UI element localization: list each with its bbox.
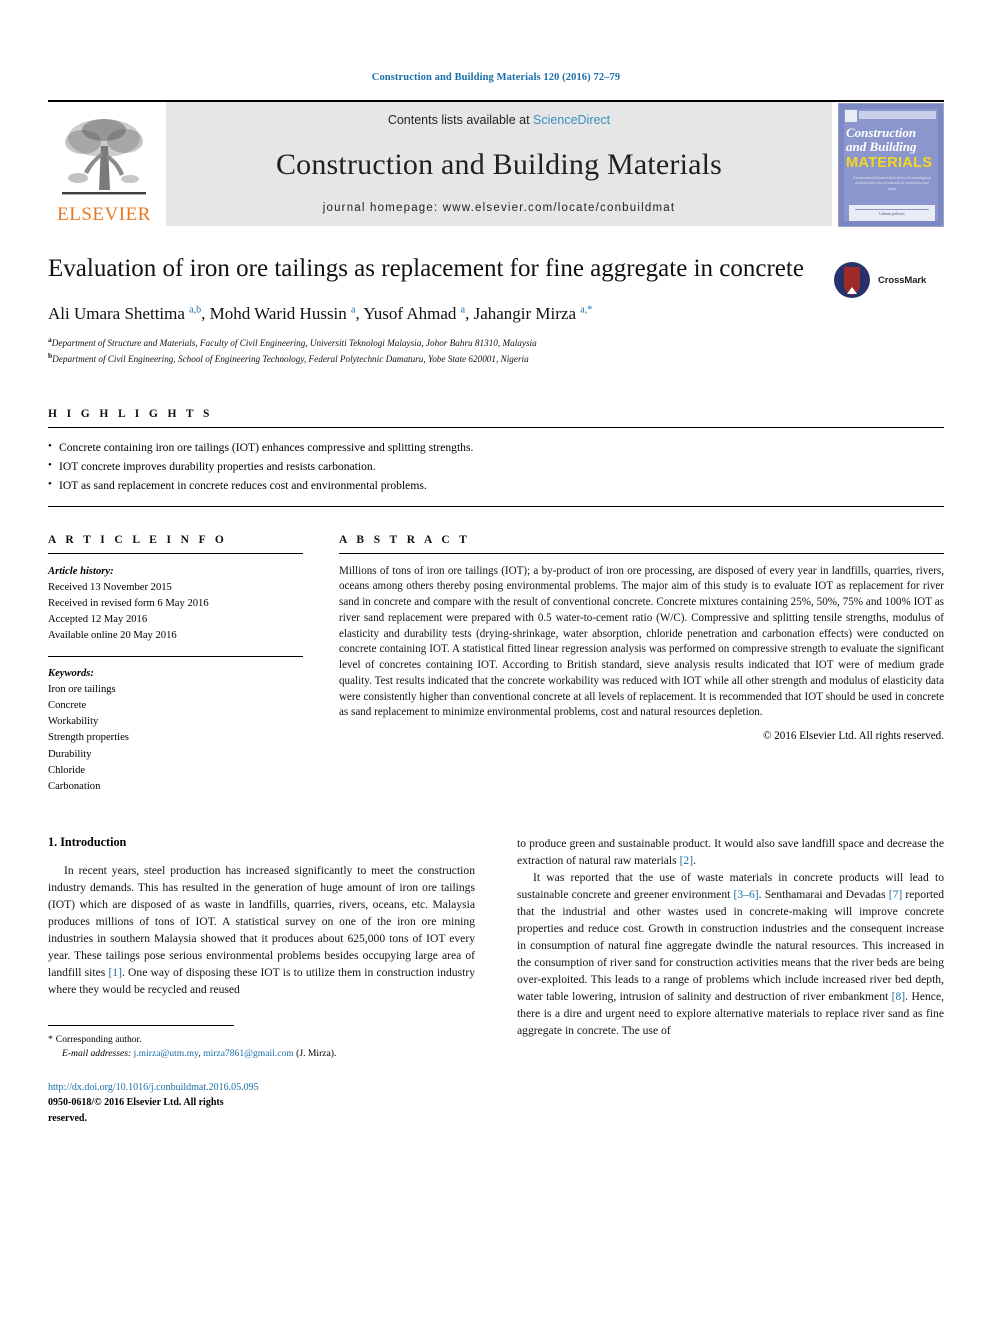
cover-footer-rule <box>855 209 929 210</box>
keyword-item: Durability <box>48 748 92 760</box>
body-column-right: to produce green and sustainable product… <box>517 835 944 1127</box>
affiliation-list: aDepartment of Structure and Materials, … <box>48 334 824 367</box>
highlights-heading: H I G H L I G H T S <box>48 408 213 421</box>
journal-homepage-link[interactable]: journal homepage: www.elsevier.com/locat… <box>323 202 676 214</box>
email-addresses-line: E-mail addresses: j.mirza@utm.my, mirza7… <box>48 1047 492 1061</box>
keyword-item: Carbonation <box>48 780 101 792</box>
email-label: E-mail addresses: <box>62 1048 132 1060</box>
page-title: Evaluation of iron ore tailings as repla… <box>48 255 804 282</box>
email-link-secondary[interactable]: mirza7861@gmail.com <box>203 1048 294 1059</box>
article-history-label: Article history: <box>48 565 114 577</box>
email-link-primary[interactable]: j.mirza@utm.my <box>134 1048 199 1059</box>
masthead-center: Contents lists available at ScienceDirec… <box>166 102 832 226</box>
elsevier-wordmark: ELSEVIER <box>57 204 151 225</box>
keyword-item: Iron ore tailings <box>48 684 116 696</box>
author-list: Ali Umara Shettima a,b, Mohd Warid Hussi… <box>48 303 593 323</box>
email-suffix: (J. Mirza). <box>293 1048 337 1060</box>
history-online: Available online 20 May 2016 <box>48 629 177 641</box>
journal-masthead: ELSEVIER Contents lists available at Sci… <box>48 100 944 227</box>
list-item: IOT as sand replacement in concrete redu… <box>48 476 944 496</box>
intro-p2-text-2: . Senthamarai and Devadas <box>758 887 889 901</box>
abstract-copyright: © 2016 Elsevier Ltd. All rights reserved… <box>763 730 944 743</box>
corresponding-author-line: * Corresponding author. <box>48 1033 478 1047</box>
issn-copyright-line: 0950-0618/© 2016 Elsevier Ltd. All right… <box>48 1097 224 1124</box>
cover-blurb: An international journal dedicated to th… <box>853 176 931 191</box>
abstract-section: A B S T R A C T Millions of tons of iron… <box>339 534 944 795</box>
intro-right-text-1: to produce green and sustainable product… <box>517 836 944 867</box>
citation-3-6[interactable]: [3–6] <box>734 888 759 901</box>
article-info-heading: A R T I C L E I N F O <box>48 533 228 546</box>
history-received: Received 13 November 2015 <box>48 581 172 593</box>
abstract-text: Millions of tons of iron ore tailings (I… <box>339 564 944 719</box>
history-accepted: Accepted 12 May 2016 <box>48 613 148 625</box>
keywords-block: Keywords: Iron ore tailings Concrete Wor… <box>48 657 303 795</box>
intro-left-text-1: In recent years, steel production has in… <box>48 863 475 979</box>
crossmark-icon <box>834 262 870 298</box>
intro-p2-text-3: reported that the industrial and other w… <box>517 887 945 1004</box>
keywords-label: Keywords: <box>48 668 94 680</box>
cover-title-line1: Construction <box>846 125 917 140</box>
citation-2[interactable]: [2] <box>680 854 694 867</box>
history-revised: Received in revised form 6 May 2016 <box>48 597 209 609</box>
contents-prefix: Contents lists available at <box>387 113 530 127</box>
affiliation-b-text: Department of Civil Engineering, School … <box>52 353 529 364</box>
footnote-star-marker: * <box>48 1034 53 1046</box>
running-head: Construction and Building Materials 120 … <box>371 72 621 83</box>
section-title-introduction: 1. Introduction <box>48 834 127 849</box>
body-column-left: 1. Introduction In recent years, steel p… <box>48 835 475 1127</box>
doi-block: http://dx.doi.org/10.1016/j.conbuildmat.… <box>48 1080 259 1127</box>
citation-8[interactable]: [8] <box>892 990 906 1003</box>
info-abstract-row: A R T I C L E I N F O Article history: R… <box>48 534 944 795</box>
list-item: Concrete containing iron ore tailings (I… <box>48 438 944 458</box>
article-page: Construction and Building Materials 120 … <box>0 0 992 1323</box>
article-info-section: A R T I C L E I N F O Article history: R… <box>48 534 303 795</box>
list-item: IOT concrete improves durability propert… <box>48 457 944 477</box>
elsevier-logo: ELSEVIER <box>48 102 160 226</box>
keyword-item: Concrete <box>48 700 87 712</box>
journal-cover-thumbnail[interactable]: Construction and Building MATERIALS An i… <box>838 103 944 227</box>
elsevier-tree-icon <box>58 112 150 204</box>
crossmark-badge[interactable]: CrossMark <box>832 256 944 304</box>
cover-publisher-badge-icon <box>845 110 857 122</box>
citation-7[interactable]: [7] <box>889 888 903 901</box>
corresponding-author-text: Corresponding author. <box>55 1034 142 1046</box>
contents-available-line: Contents lists available at ScienceDirec… <box>388 113 610 127</box>
highlights-list: Concrete containing iron ore tailings (I… <box>48 428 944 505</box>
abstract-heading: A B S T R A C T <box>339 533 471 546</box>
intro-right-text-2: . <box>693 853 696 867</box>
intro-paragraph-2: It was reported that the use of waste ma… <box>517 869 944 1039</box>
affiliation-b: bDepartment of Civil Engineering, School… <box>48 350 824 366</box>
intro-paragraph-right-continued: to produce green and sustainable product… <box>517 835 944 869</box>
cover-top-bar <box>859 111 936 119</box>
body-columns: 1. Introduction In recent years, steel p… <box>48 835 944 1127</box>
sciencedirect-link[interactable]: ScienceDirect <box>533 113 610 127</box>
title-block: Evaluation of iron ore tailings as repla… <box>48 254 944 366</box>
cover-footer-panel: Library policies <box>849 205 935 221</box>
cover-title-line3: MATERIALS <box>846 155 933 171</box>
article-history-block: Article history: Received 13 November 20… <box>48 554 303 644</box>
citation-1[interactable]: [1] <box>108 966 122 979</box>
doi-link[interactable]: http://dx.doi.org/10.1016/j.conbuildmat.… <box>48 1080 259 1096</box>
cover-footer-text: Library policies <box>879 211 905 216</box>
highlights-section: H I G H L I G H T S Concrete containing … <box>48 408 944 507</box>
keyword-item: Workability <box>48 716 99 728</box>
journal-title: Construction and Building Materials <box>275 147 723 181</box>
cover-title-line2: and Building <box>846 139 917 154</box>
affiliation-a: aDepartment of Structure and Materials, … <box>48 334 824 350</box>
keyword-item: Strength properties <box>48 732 129 744</box>
crossmark-label: CrossMark <box>878 274 927 286</box>
intro-paragraph-left: In recent years, steel production has in… <box>48 862 475 998</box>
affiliation-a-text: Department of Structure and Materials, F… <box>51 337 537 348</box>
highlights-bottom-rule <box>48 505 944 507</box>
keyword-item: Chloride <box>48 764 86 776</box>
footnote-rule: * Corresponding author. E-mail addresses:… <box>48 1025 336 1127</box>
